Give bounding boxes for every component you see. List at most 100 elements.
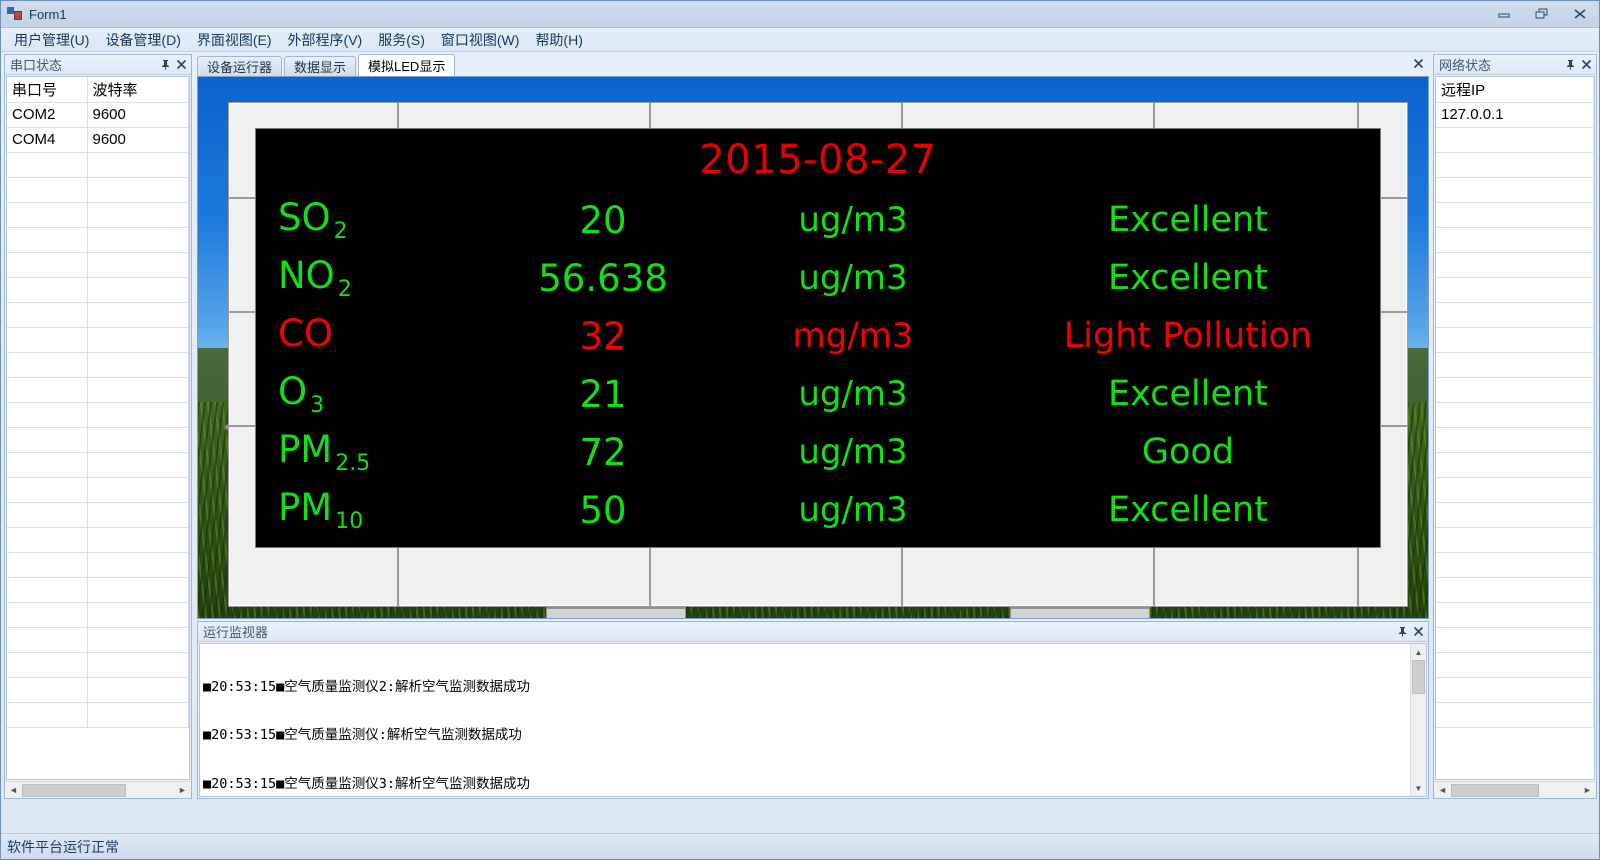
table-row-empty[interactable]	[7, 652, 189, 678]
table-row-empty[interactable]	[1436, 527, 1594, 553]
table-row-empty[interactable]	[7, 627, 189, 653]
serial-port-grid[interactable]: 串口号 波特率 COM2 9600 COM4 9600	[6, 76, 190, 780]
table-row-empty[interactable]	[1436, 277, 1594, 303]
scrollbar-track[interactable]	[1411, 694, 1426, 780]
table-row-empty[interactable]	[7, 427, 189, 453]
table-row-empty[interactable]	[1436, 152, 1594, 178]
table-row-empty[interactable]	[1436, 227, 1594, 253]
pin-icon[interactable]	[1562, 57, 1578, 73]
close-icon[interactable]	[1411, 56, 1425, 70]
scroll-left-icon[interactable]: ◄	[1434, 783, 1451, 798]
log-line-list[interactable]: ■20:53:15■空气质量监测仪2:解析空气监测数据成功 ■20:53:15■…	[200, 644, 1410, 796]
table-row-empty[interactable]	[1436, 502, 1594, 528]
menu-item-device-management[interactable]: 设备管理(D)	[97, 29, 188, 51]
scroll-down-icon[interactable]: ▼	[1411, 780, 1426, 796]
table-row[interactable]: COM4 9600	[7, 127, 189, 153]
table-row-empty[interactable]	[7, 577, 189, 603]
table-row-empty[interactable]	[7, 177, 189, 203]
table-row-empty[interactable]	[1436, 302, 1594, 328]
table-row-empty[interactable]	[7, 402, 189, 428]
runtime-monitor-caption: 运行监视器	[198, 622, 1428, 642]
table-row-empty[interactable]	[7, 477, 189, 503]
menu-item-interface-view[interactable]: 界面视图(E)	[189, 29, 280, 51]
menu-item-service[interactable]: 服务(S)	[370, 29, 433, 51]
table-row-empty[interactable]	[7, 602, 189, 628]
table-row-empty[interactable]	[1436, 377, 1594, 403]
close-icon[interactable]	[1410, 624, 1426, 640]
led-row-pm25: PM 2.5 72 ug/m3 Good	[256, 423, 1380, 481]
horizontal-scrollbar[interactable]: ◄ ►	[5, 781, 191, 798]
table-row-empty[interactable]	[1436, 452, 1594, 478]
tab-data-display[interactable]: 数据显示	[284, 56, 357, 76]
table-row-empty[interactable]	[1436, 652, 1594, 678]
scroll-up-icon[interactable]: ▲	[1411, 644, 1426, 660]
minimize-icon[interactable]	[1485, 4, 1523, 24]
scrollbar-thumb[interactable]	[1412, 660, 1425, 694]
scrollbar-thumb[interactable]	[1451, 783, 1539, 797]
table-row[interactable]: COM2 9600	[7, 102, 189, 128]
table-row-empty[interactable]	[1436, 477, 1594, 503]
tab-device-runner[interactable]: 设备运行器	[197, 56, 283, 76]
scrollbar-thumb[interactable]	[22, 783, 126, 797]
table-row-empty[interactable]	[1436, 427, 1594, 453]
table-row-empty[interactable]	[7, 527, 189, 553]
pin-icon[interactable]	[1394, 624, 1410, 640]
table-row-empty[interactable]	[7, 702, 189, 728]
table-row-empty[interactable]	[7, 277, 189, 303]
menu-item-window-view[interactable]: 窗口视图(W)	[433, 29, 528, 51]
table-row-empty[interactable]	[1436, 402, 1594, 428]
led-unit: ug/m3	[798, 200, 908, 240]
table-row-empty[interactable]	[7, 552, 189, 578]
table-row-empty[interactable]	[1436, 602, 1594, 628]
table-row-empty[interactable]	[1436, 627, 1594, 653]
table-row-empty[interactable]	[1436, 352, 1594, 378]
network-status-grid[interactable]: 远程IP 127.0.0.1	[1435, 76, 1595, 780]
table-row-empty[interactable]	[1436, 252, 1594, 278]
network-status-caption: 网络状态	[1434, 55, 1596, 75]
table-row-empty[interactable]	[7, 302, 189, 328]
led-pollutant-name: O3	[278, 369, 325, 419]
tab-strip: 设备运行器 数据显示 模拟LED显示	[197, 54, 1429, 76]
table-row-empty[interactable]	[1436, 677, 1594, 703]
table-row-empty[interactable]	[7, 502, 189, 528]
runtime-monitor-body[interactable]: ■20:53:15■空气质量监测仪2:解析空气监测数据成功 ■20:53:15■…	[199, 643, 1427, 797]
horizontal-scrollbar[interactable]: ◄ ►	[1434, 781, 1596, 798]
runtime-monitor-panel: 运行监视器 ■20:53:15■空气质量监测仪2:解析空气监测数据成功 ■20:…	[197, 621, 1429, 799]
menu-item-user-management[interactable]: 用户管理(U)	[6, 29, 97, 51]
close-icon[interactable]	[1561, 4, 1599, 24]
led-row-co: CO 32 mg/m3 Light Pollution	[256, 307, 1380, 365]
table-row-empty[interactable]	[1436, 202, 1594, 228]
scroll-left-icon[interactable]: ◄	[5, 783, 22, 798]
log-line: ■20:53:15■空气质量监测仪:解析空气监测数据成功	[203, 727, 522, 744]
table-row-empty[interactable]	[1436, 327, 1594, 353]
table-row[interactable]: 127.0.0.1	[1436, 102, 1594, 128]
table-row-empty[interactable]	[7, 452, 189, 478]
table-row-empty[interactable]	[7, 202, 189, 228]
scroll-right-icon[interactable]: ►	[1579, 783, 1596, 798]
table-row-empty[interactable]	[7, 152, 189, 178]
table-row-empty[interactable]	[7, 377, 189, 403]
close-icon[interactable]	[173, 57, 189, 73]
table-row-empty[interactable]	[1436, 702, 1594, 728]
table-row-empty[interactable]	[7, 352, 189, 378]
table-row-empty[interactable]	[7, 227, 189, 253]
table-row-empty[interactable]	[1436, 552, 1594, 578]
table-row-empty[interactable]	[1436, 577, 1594, 603]
table-row-empty[interactable]	[7, 327, 189, 353]
table-row-empty[interactable]	[7, 252, 189, 278]
scroll-right-icon[interactable]: ►	[174, 783, 191, 798]
led-billboard[interactable]: 2015-08-27 SO 2 20 ug/m3 Excellent NO 2 56…	[228, 102, 1408, 618]
pin-icon[interactable]	[157, 57, 173, 73]
table-row-empty[interactable]	[1436, 177, 1594, 203]
tab-simulated-led-display[interactable]: 模拟LED显示	[358, 54, 456, 76]
close-icon[interactable]	[1578, 57, 1594, 73]
table-row-empty[interactable]	[1436, 127, 1594, 153]
menu-item-help[interactable]: 帮助(H)	[527, 29, 590, 51]
cell-port: COM4	[7, 127, 88, 153]
menu-item-external-program[interactable]: 外部程序(V)	[280, 29, 371, 51]
table-row-empty[interactable]	[7, 677, 189, 703]
restore-icon[interactable]	[1523, 4, 1561, 24]
vertical-scrollbar[interactable]: ▲ ▼	[1410, 644, 1426, 796]
panel-title: 运行监视器	[203, 625, 269, 640]
simulated-led-display-page: 2015-08-27 SO 2 20 ug/m3 Excellent NO 2 56…	[197, 76, 1429, 619]
